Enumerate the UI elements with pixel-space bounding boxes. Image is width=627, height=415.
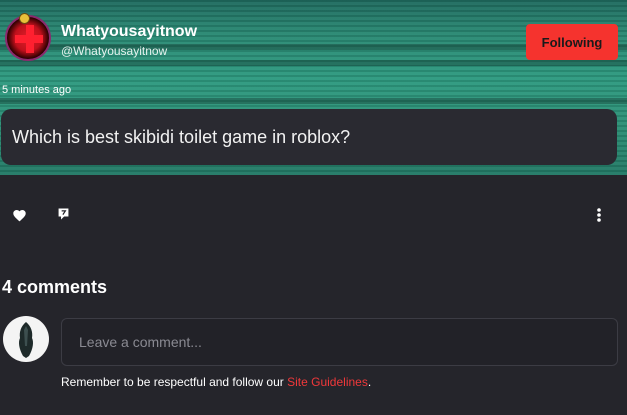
share-icon[interactable]	[54, 205, 72, 223]
current-user-avatar	[3, 316, 49, 362]
heart-icon[interactable]	[10, 206, 28, 224]
post-timestamp: 5 minutes ago	[2, 84, 72, 96]
question-text: Which is best skibidi toilet game in rob…	[12, 126, 351, 147]
following-button[interactable]: Following	[526, 24, 618, 60]
more-vertical-icon[interactable]	[592, 205, 606, 225]
site-guidelines-link[interactable]: Site Guidelines	[287, 375, 368, 389]
banner-stripe	[0, 60, 627, 66]
comment-input[interactable]	[61, 318, 618, 366]
post-actions	[0, 200, 627, 230]
comments-count: 4 comments	[2, 277, 108, 297]
banner-stripe	[0, 98, 627, 104]
guidelines-text: Remember to be respectful and follow our…	[61, 375, 372, 389]
avatar-badge-icon	[19, 13, 30, 24]
author-handle: @Whatyousayitnow	[61, 44, 168, 58]
post-question: Which is best skibidi toilet game in rob…	[1, 109, 617, 165]
author-name[interactable]: Whatyousayitnow	[61, 23, 197, 41]
